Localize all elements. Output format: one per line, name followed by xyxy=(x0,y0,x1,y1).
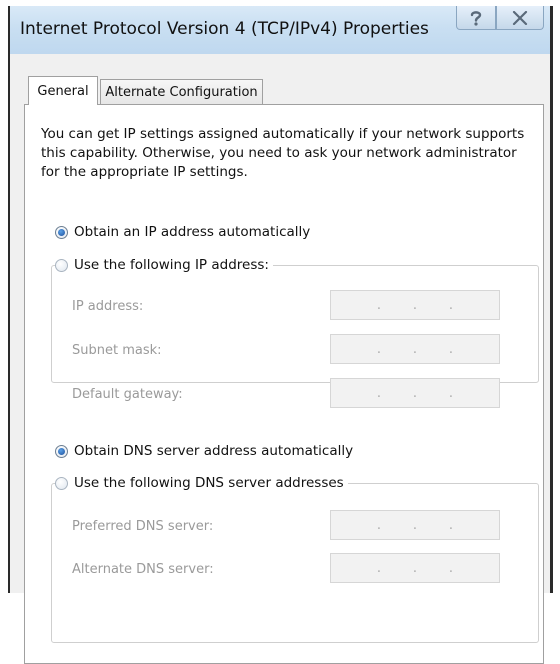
ip-octet-separator: . xyxy=(448,517,454,533)
dialog-window: Internet Protocol Version 4 (TCP/IPv4) P… xyxy=(8,6,553,664)
help-question-icon xyxy=(468,9,484,27)
ip-octet-separator: . xyxy=(376,517,382,533)
dns-server-group: Preferred DNS server: . . . Alternate DN… xyxy=(51,483,539,643)
use-following-ip-label: Use the following IP address: xyxy=(74,257,269,273)
subnet-mask-label: Subnet mask: xyxy=(72,343,162,358)
close-button[interactable] xyxy=(496,6,544,30)
ip-octet-separator: . xyxy=(412,341,418,357)
window-title: Internet Protocol Version 4 (TCP/IPv4) P… xyxy=(20,19,429,39)
ip-octet-separator: . xyxy=(448,297,454,313)
ip-octet-separator: . xyxy=(376,385,382,401)
tab-alternate-configuration-label: Alternate Configuration xyxy=(105,85,258,100)
tab-general-label: General xyxy=(37,83,89,99)
radio-button-unchecked[interactable] xyxy=(55,476,68,490)
description-text: You can get IP settings assigned automat… xyxy=(41,126,525,180)
radio-button-unchecked[interactable] xyxy=(55,258,68,272)
tab-general[interactable]: General xyxy=(28,76,98,105)
alternate-dns-label: Alternate DNS server: xyxy=(72,562,214,577)
ip-octet-separator: . xyxy=(412,385,418,401)
ip-octet-separator: . xyxy=(412,517,418,533)
dialog-client-area: General Alternate Configuration You can … xyxy=(10,54,550,664)
ip-octet-separator: . xyxy=(376,297,382,313)
ip-octet-separator: . xyxy=(448,385,454,401)
ip-address-group: IP address: . . . Subnet mask: . . . Def… xyxy=(51,265,539,408)
radio-button-checked[interactable] xyxy=(55,225,68,239)
ip-octet-separator: . xyxy=(376,341,382,357)
ip-octet-separator: . xyxy=(412,560,418,576)
ip-address-input[interactable]: . . . xyxy=(330,290,500,320)
preferred-dns-label: Preferred DNS server: xyxy=(72,519,214,534)
tab-alternate-configuration[interactable]: Alternate Configuration xyxy=(100,79,263,105)
obtain-dns-auto-label: Obtain DNS server address automatically xyxy=(74,443,354,459)
use-following-ip-radio[interactable]: Use the following IP address: xyxy=(55,255,273,275)
default-gateway-label: Default gateway: xyxy=(72,387,183,402)
ip-octet-separator: . xyxy=(448,560,454,576)
ip-address-label: IP address: xyxy=(72,299,144,314)
general-tab-panel: You can get IP settings assigned automat… xyxy=(24,104,544,664)
ip-octet-separator: . xyxy=(448,341,454,357)
help-button[interactable] xyxy=(456,6,496,30)
alternate-dns-input[interactable]: . . . xyxy=(330,553,500,583)
ip-octet-separator: . xyxy=(376,560,382,576)
obtain-dns-auto-radio[interactable]: Obtain DNS server address automatically xyxy=(55,441,358,461)
use-following-dns-label: Use the following DNS server addresses xyxy=(74,475,344,491)
subnet-mask-input[interactable]: . . . xyxy=(330,334,500,364)
title-bar[interactable]: Internet Protocol Version 4 (TCP/IPv4) P… xyxy=(10,6,550,54)
use-following-dns-radio[interactable]: Use the following DNS server addresses xyxy=(55,473,348,493)
obtain-ip-auto-radio[interactable]: Obtain an IP address automatically xyxy=(55,222,315,242)
obtain-ip-auto-label: Obtain an IP address automatically xyxy=(74,224,311,240)
close-x-icon xyxy=(512,10,528,25)
ip-octet-separator: . xyxy=(412,297,418,313)
preferred-dns-input[interactable]: . . . xyxy=(330,510,500,540)
default-gateway-input[interactable]: . . . xyxy=(330,378,500,408)
radio-button-checked[interactable] xyxy=(55,444,68,458)
